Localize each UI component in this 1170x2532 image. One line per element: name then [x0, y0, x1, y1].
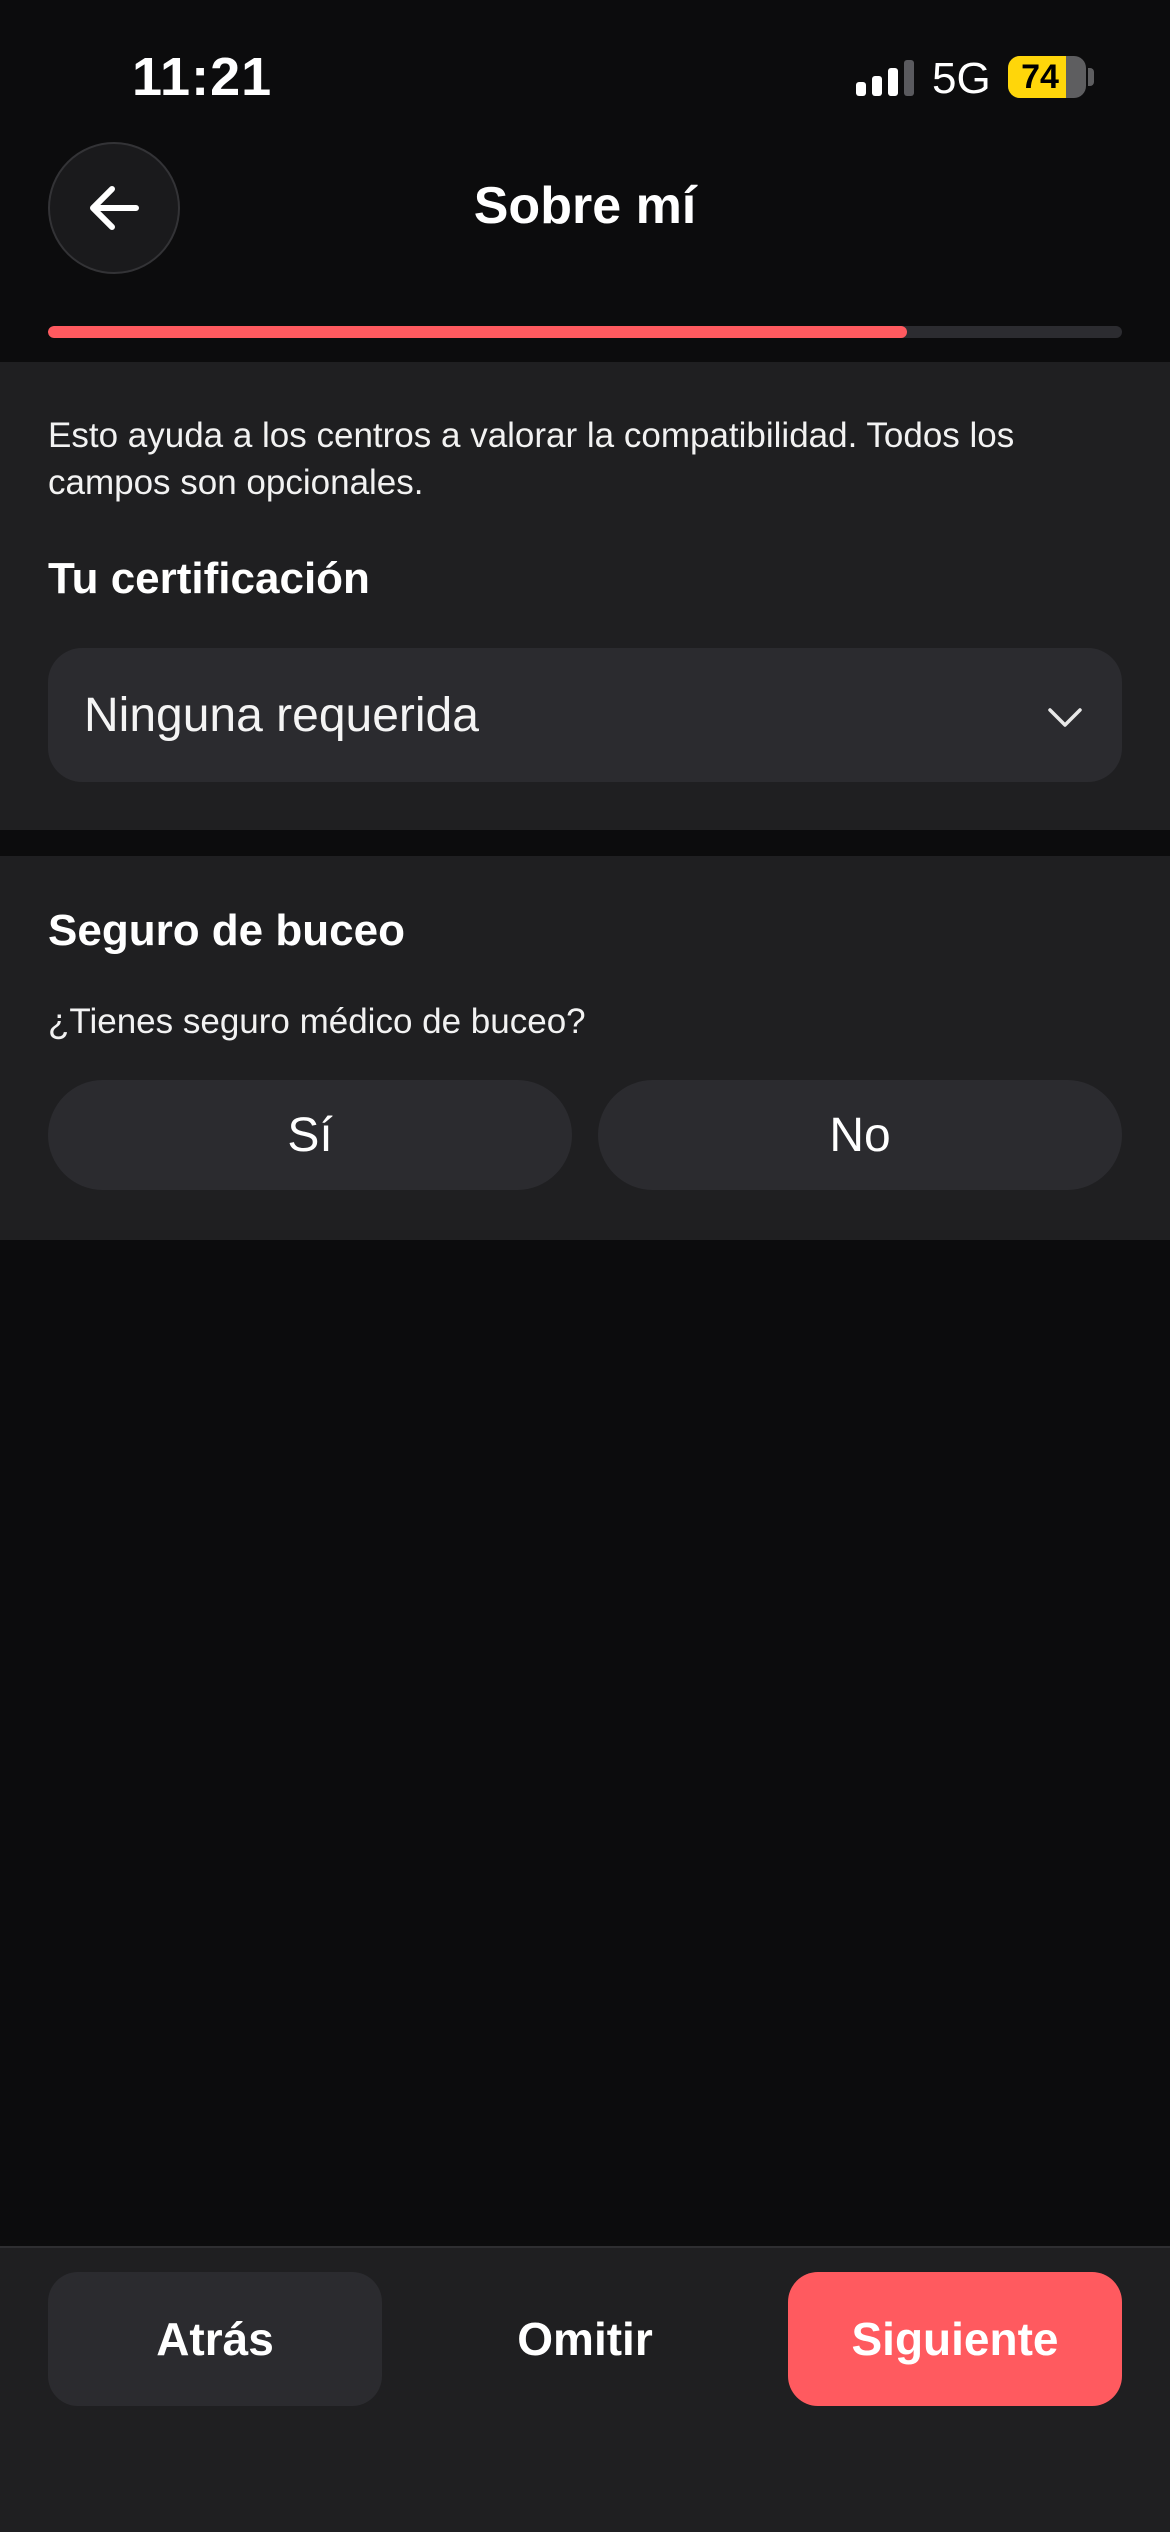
chevron-down-icon [1048, 708, 1082, 727]
next-button[interactable]: Siguiente [788, 2272, 1122, 2406]
insurance-question: ¿Tienes seguro médico de buceo? [48, 1002, 586, 1041]
about-section: Esto ayuda a los centros a valorar la co… [0, 362, 1170, 830]
insurance-yes-button[interactable]: Sí [48, 1080, 572, 1190]
bottom-action-bar: Atrás Omitir Siguiente [0, 2246, 1170, 2532]
battery-cap [1088, 68, 1094, 86]
back-step-button[interactable]: Atrás [48, 2272, 382, 2406]
intro-text: Esto ayuda a los centros a valorar la co… [48, 416, 1015, 502]
page-title: Sobre mí [473, 177, 697, 235]
skip-button[interactable]: Omitir [420, 2272, 750, 2406]
certification-value: Ninguna requerida [84, 689, 479, 742]
network-type: 5G [932, 54, 991, 103]
insurance-no-button[interactable]: No [598, 1080, 1122, 1190]
battery-icon: 74 [1008, 56, 1086, 98]
status-bar: 11:21 5G 74 [0, 0, 1170, 140]
certification-title: Tu certificación [48, 554, 370, 603]
insurance-section: Seguro de buceo ¿Tienes seguro médico de… [0, 856, 1170, 1240]
progress-fill [48, 326, 908, 338]
insurance-title: Seguro de buceo [48, 906, 405, 955]
status-time: 11:21 [132, 47, 273, 107]
battery-level: 74 [1021, 58, 1059, 96]
cellular-signal-icon [856, 60, 914, 96]
progress-bar [48, 326, 1122, 338]
certification-select[interactable]: Ninguna requerida [48, 648, 1122, 782]
